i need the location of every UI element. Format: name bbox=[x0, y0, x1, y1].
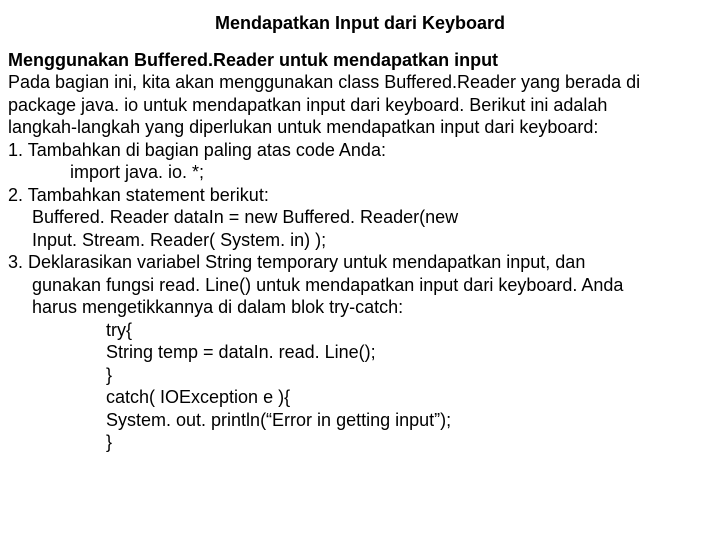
step-3-line: harus mengetikkannya di dalam blok try-c… bbox=[8, 296, 712, 319]
code-line: Input. Stream. Reader( System. in) ); bbox=[8, 229, 712, 252]
paragraph-line: langkah-langkah yang diperlukan untuk me… bbox=[8, 116, 712, 139]
section-subtitle: Menggunakan Buffered.Reader untuk mendap… bbox=[8, 49, 712, 72]
step-1: 1. Tambahkan di bagian paling atas code … bbox=[8, 139, 712, 162]
paragraph-line: Pada bagian ini, kita akan menggunakan c… bbox=[8, 71, 712, 94]
code-line: } bbox=[8, 364, 712, 387]
code-line: } bbox=[8, 431, 712, 454]
code-line: try{ bbox=[8, 319, 712, 342]
code-line: import java. io. *; bbox=[8, 161, 712, 184]
code-line: catch( IOException e ){ bbox=[8, 386, 712, 409]
code-line: System. out. println(“Error in getting i… bbox=[8, 409, 712, 432]
step-3: 3. Deklarasikan variabel String temporar… bbox=[8, 251, 712, 274]
code-line: Buffered. Reader dataIn = new Buffered. … bbox=[8, 206, 712, 229]
slide-title: Mendapatkan Input dari Keyboard bbox=[8, 12, 712, 35]
step-2: 2. Tambahkan statement berikut: bbox=[8, 184, 712, 207]
step-3-line: gunakan fungsi read. Line() untuk mendap… bbox=[8, 274, 712, 297]
paragraph-line: package java. io untuk mendapatkan input… bbox=[8, 94, 712, 117]
code-line: String temp = dataIn. read. Line(); bbox=[8, 341, 712, 364]
